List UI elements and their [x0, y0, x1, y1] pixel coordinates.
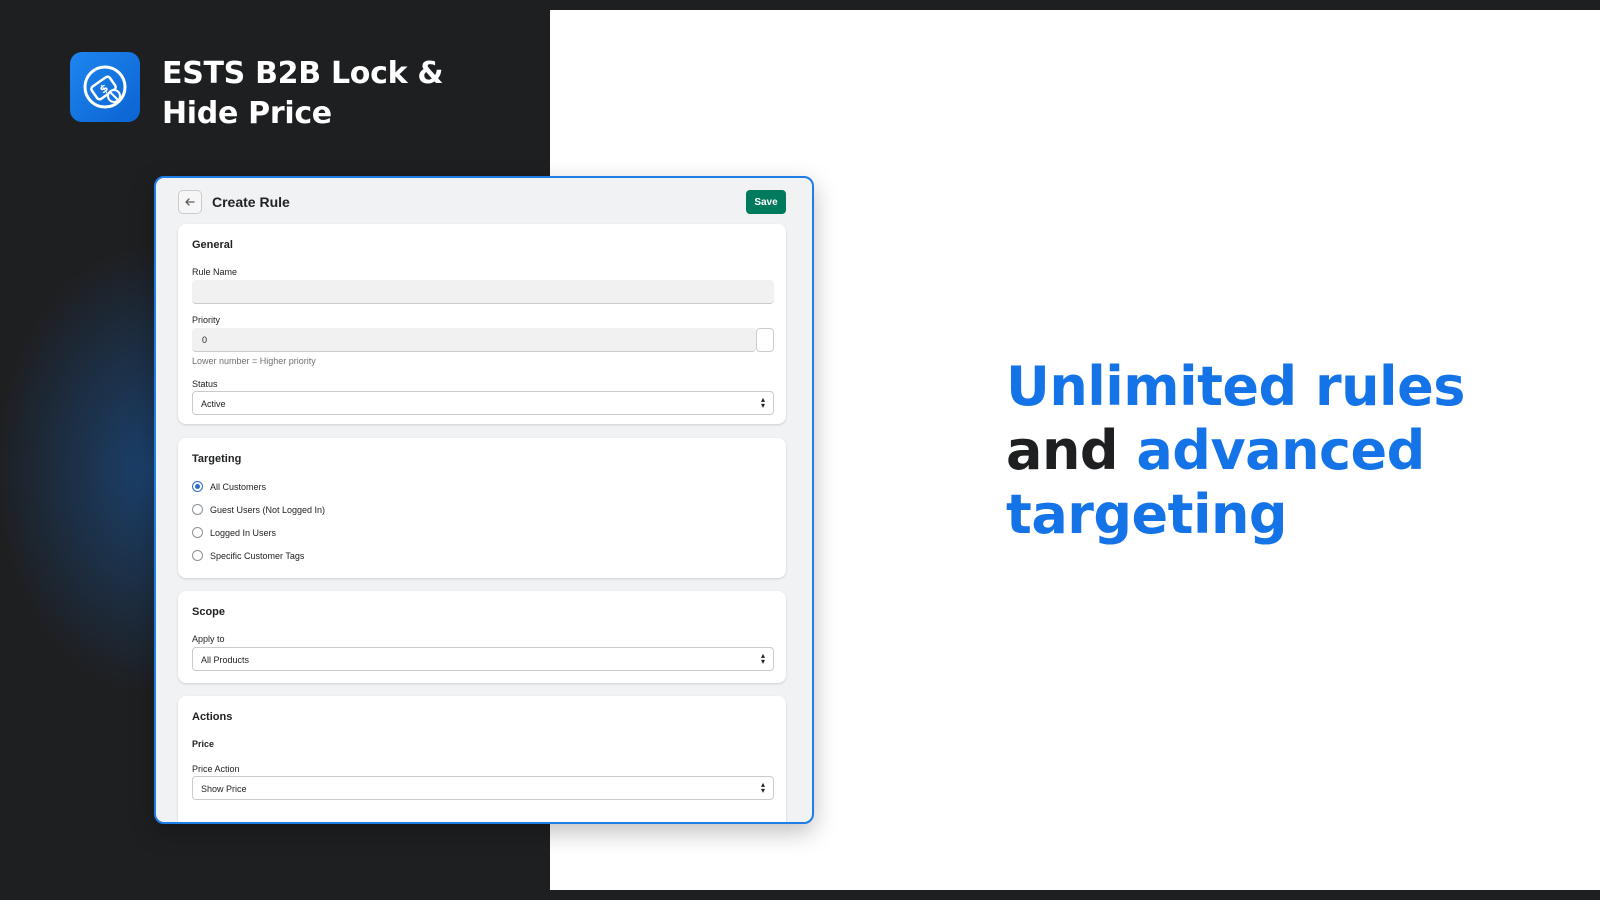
- section-title-scope: Scope: [192, 606, 226, 618]
- price-subtitle: Price: [192, 739, 215, 749]
- page-header: Create Rule Save: [178, 190, 786, 216]
- price-action-select-value: Show Price: [201, 784, 247, 794]
- radio-label: Logged In Users: [210, 527, 277, 538]
- scope-section: Scope Apply to All Products ▴ ▾: [178, 591, 786, 683]
- page-title: Create Rule: [212, 194, 290, 210]
- radio-button[interactable]: [192, 481, 203, 492]
- radio-label: All Customers: [210, 481, 267, 492]
- back-button[interactable]: [178, 190, 202, 214]
- radio-option-customer-tags[interactable]: Specific Customer Tags: [192, 550, 304, 561]
- priority-help-text: Lower number = Higher priority: [192, 356, 316, 366]
- radio-option-guest-users[interactable]: Guest Users (Not Logged In): [192, 504, 325, 515]
- arrow-left-icon: [185, 198, 195, 206]
- brand-header: $ ESTS B2B Lock & Hide Price: [70, 52, 452, 134]
- radio-button[interactable]: [192, 504, 203, 515]
- select-caret-icon: ▴ ▾: [760, 780, 765, 795]
- headline-word-and: and: [1006, 419, 1119, 482]
- priority-label: Priority: [192, 315, 221, 325]
- general-section: General Rule Name Priority 0 Lower numbe…: [178, 224, 786, 424]
- select-caret-icon: ▴ ▾: [760, 651, 765, 666]
- priority-input[interactable]: 0: [192, 328, 756, 352]
- app-screenshot-frame: Create Rule Save General Rule Name Prior…: [154, 176, 814, 824]
- rule-name-label: Rule Name: [192, 267, 238, 277]
- radio-button[interactable]: [192, 527, 203, 538]
- radio-option-logged-in-users[interactable]: Logged In Users: [192, 527, 276, 538]
- headline-line-1: Unlimited rules: [1006, 355, 1465, 418]
- actions-section: Actions Price Price Action Show Price ▴ ▾: [178, 696, 786, 822]
- apply-to-select-value: All Products: [201, 655, 250, 665]
- marketing-headline: Unlimited rules and advanced targeting: [1006, 355, 1526, 547]
- app-title: ESTS B2B Lock & Hide Price: [162, 56, 444, 131]
- price-tag-hidden-icon: $: [70, 52, 140, 122]
- apply-to-label: Apply to: [192, 634, 225, 644]
- price-action-label: Price Action: [192, 764, 240, 774]
- headline-line-3: targeting: [1006, 483, 1288, 546]
- section-title-actions: Actions: [192, 711, 233, 723]
- status-select[interactable]: Active ▴ ▾: [192, 391, 774, 415]
- radio-label: Guest Users (Not Logged In): [210, 504, 326, 515]
- radio-button[interactable]: [192, 550, 203, 561]
- radio-option-all-customers[interactable]: All Customers: [192, 481, 266, 492]
- status-label: Status: [192, 379, 218, 389]
- price-action-select[interactable]: Show Price ▴ ▾: [192, 776, 774, 800]
- targeting-section: Targeting All Customers Guest Users (Not…: [178, 438, 786, 578]
- apply-to-select[interactable]: All Products ▴ ▾: [192, 647, 774, 671]
- save-button[interactable]: Save: [746, 190, 786, 214]
- select-caret-icon: ▴ ▾: [760, 395, 765, 410]
- status-select-value: Active: [201, 399, 226, 409]
- section-title-general: General: [192, 239, 233, 251]
- section-title-targeting: Targeting: [192, 453, 242, 465]
- radio-label: Specific Customer Tags: [210, 550, 305, 561]
- priority-stepper[interactable]: [756, 328, 774, 352]
- rule-name-input[interactable]: [192, 280, 774, 304]
- headline-word-advanced: advanced: [1136, 419, 1425, 482]
